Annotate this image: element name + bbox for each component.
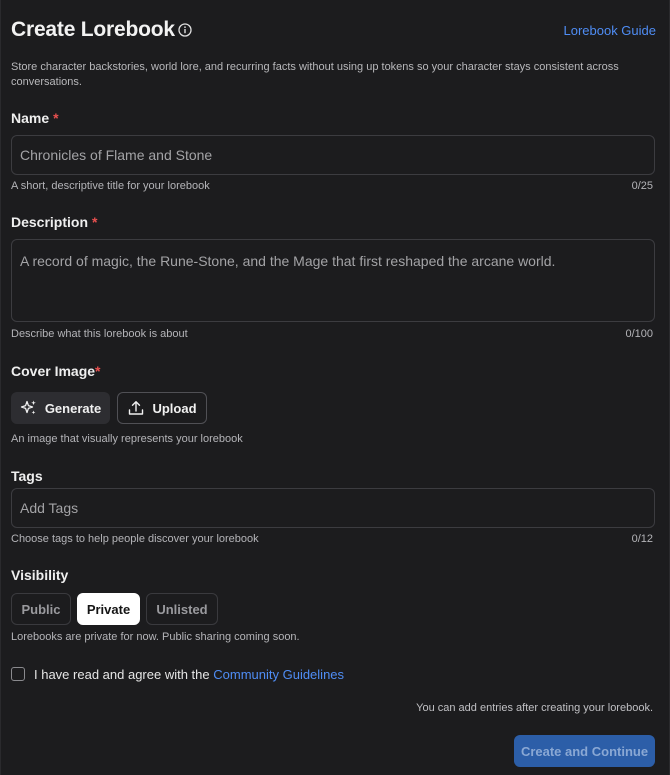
tags-hint: Choose tags to help people discover your… xyxy=(11,533,259,545)
page-title: Create Lorebook xyxy=(11,18,175,41)
visibility-unlisted-option[interactable]: Unlisted xyxy=(146,593,218,625)
visibility-label: Visibility xyxy=(11,567,69,583)
create-lorebook-page: Create Lorebook Lorebook Guide Store cha… xyxy=(0,0,670,775)
description-textarea[interactable] xyxy=(11,239,655,322)
lorebook-guide-link[interactable]: Lorebook Guide xyxy=(563,23,656,38)
upload-button[interactable]: Upload xyxy=(117,392,207,424)
required-mark: * xyxy=(53,110,59,126)
agree-text: I have read and agree with the Community… xyxy=(34,667,345,682)
agree-checkbox[interactable] xyxy=(11,667,25,681)
name-input[interactable] xyxy=(11,135,655,175)
required-mark: * xyxy=(92,214,98,230)
description-label: Description * xyxy=(11,214,98,230)
upload-icon xyxy=(129,401,144,415)
page-subtitle: Store character backstories, world lore,… xyxy=(11,61,619,88)
visibility-public-option[interactable]: Public xyxy=(11,593,71,625)
required-mark: * xyxy=(95,363,101,379)
name-hint: A short, descriptive title for your lore… xyxy=(11,180,210,192)
generate-button[interactable]: Generate xyxy=(11,392,110,424)
tags-counter: 0/12 xyxy=(631,533,653,545)
upload-label: Upload xyxy=(152,400,197,416)
community-guidelines-link[interactable]: Community Guidelines xyxy=(213,667,344,682)
sparkles-icon xyxy=(20,400,36,415)
visibility-private-option[interactable]: Private xyxy=(77,593,140,625)
tags-input[interactable] xyxy=(11,488,655,528)
page-header: Create Lorebook Lorebook Guide xyxy=(11,16,656,46)
description-hint: Describe what this lorebook is about xyxy=(11,328,188,340)
cover-image-hint: An image that visually represents your l… xyxy=(11,433,243,445)
generate-label: Generate xyxy=(44,400,102,416)
cover-image-label: Cover Image* xyxy=(11,363,101,379)
tags-label: Tags xyxy=(11,468,43,484)
entries-note: You can add entries after creating your … xyxy=(416,702,653,714)
description-counter: 0/100 xyxy=(625,328,653,340)
create-and-continue-button[interactable]: Create and Continue xyxy=(514,735,655,767)
info-icon[interactable] xyxy=(178,23,192,37)
name-counter: 0/25 xyxy=(631,180,653,192)
name-label: Name * xyxy=(11,110,59,126)
visibility-note: Lorebooks are private for now. Public sh… xyxy=(11,631,300,643)
